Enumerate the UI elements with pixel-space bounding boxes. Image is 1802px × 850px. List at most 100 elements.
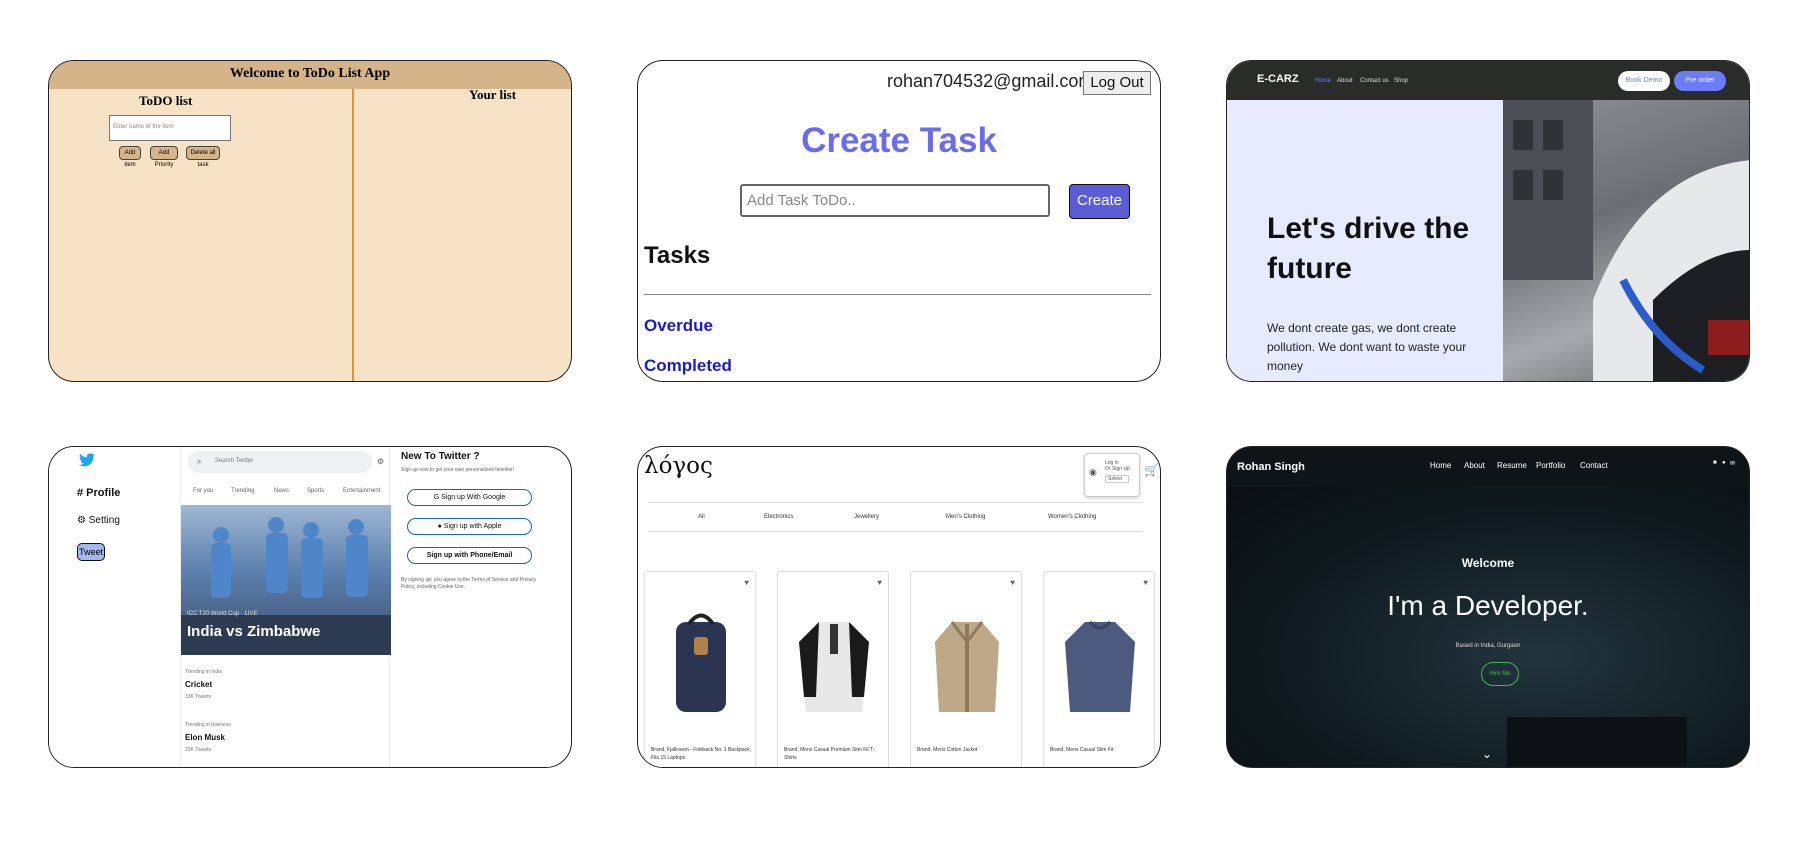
item-name-input[interactable]: Enter name of the item bbox=[109, 115, 231, 141]
ecarz-card[interactable]: E-CARZ Home About Contact us Shop Book D… bbox=[1226, 60, 1750, 382]
signup-apple-label: Sign up with Apple bbox=[443, 523, 502, 530]
feed-column: Search Twitter ⌕ ⚙ For you Trending News… bbox=[180, 447, 391, 767]
hero-paragraph: We dont create gas, we dont create pollu… bbox=[1267, 321, 1467, 373]
product-name: Brand, Mens Casual Slim Fit bbox=[1050, 747, 1114, 753]
tweet-button[interactable]: Tweet bbox=[77, 543, 105, 561]
nav-contact[interactable]: Contact bbox=[1580, 461, 1608, 470]
terms-text: By signing up, you agree to the Terms of… bbox=[401, 577, 536, 590]
nav-home[interactable]: Home bbox=[1430, 461, 1451, 470]
search-input[interactable]: Search Twitter bbox=[188, 451, 372, 473]
product-card[interactable]: ♥ Brand, Mens Casual Slim Fit bbox=[1043, 571, 1155, 767]
trend-title[interactable]: Cricket bbox=[185, 680, 212, 689]
trend-count: 23K Tweets bbox=[185, 747, 212, 753]
nav-contact[interactable]: Contact us bbox=[1360, 78, 1389, 84]
nav-about[interactable]: About bbox=[1464, 461, 1485, 470]
signup-google-label: Sign up With Google bbox=[441, 494, 506, 501]
backpack-image bbox=[676, 613, 726, 712]
mail-icon[interactable]: ✉ bbox=[1730, 460, 1735, 467]
product-name: Brand, Fjallraven - Foldsack No. 1 Backp… bbox=[651, 747, 752, 761]
github-icon[interactable]: ● bbox=[1722, 460, 1726, 466]
search-icon: ⌕ bbox=[197, 457, 202, 466]
tab-trending[interactable]: Trending bbox=[231, 488, 254, 494]
tasks-heading: Tasks bbox=[644, 242, 711, 269]
sidebar-item-setting[interactable]: ⚙ Setting bbox=[77, 515, 120, 526]
navbar: E-CARZ Home About Contact us Shop Book D… bbox=[1227, 61, 1749, 100]
category-jewellery[interactable]: Jewellery bbox=[854, 514, 879, 520]
twitter-clone-card[interactable]: # Profile ⚙ Setting Tweet Search Twitter… bbox=[48, 446, 572, 768]
user-icon: ◉ bbox=[1089, 467, 1097, 477]
trend-count: 33K Tweets bbox=[185, 694, 212, 700]
image-title: India vs Zimbabwe bbox=[187, 623, 321, 640]
sidebar: # Profile ⚙ Setting Tweet bbox=[49, 447, 179, 767]
store-logo[interactable]: λόγος bbox=[644, 453, 713, 479]
heart-icon[interactable]: ♥ bbox=[1143, 578, 1148, 587]
product-card[interactable]: ♥ Brand, Mens Casual Premium Slim Fit T-… bbox=[777, 571, 889, 767]
add-item-button[interactable]: Add item bbox=[119, 146, 141, 168]
nav-about[interactable]: About bbox=[1337, 78, 1353, 84]
todo-list-title: ToDO list bbox=[139, 93, 193, 108]
product-card[interactable]: ♥ Brand, Fjallraven - Foldsack No. 1 Bac… bbox=[644, 571, 756, 767]
todo-app-card[interactable]: Welcome to ToDo List App ToDO list Your … bbox=[48, 60, 572, 382]
portfolio-card[interactable]: Rohan Singh Home About Resume Portfolio … bbox=[1226, 446, 1750, 768]
product-card[interactable]: ♥ Brand, Mens Cotton Jacket bbox=[910, 571, 1022, 767]
hire-me-button[interactable]: Hire Me bbox=[1481, 662, 1519, 686]
login-box[interactable]: ◉ Log in Or Sign Up Select bbox=[1084, 453, 1140, 497]
desk-silhouette bbox=[1507, 717, 1687, 767]
tab-sports[interactable]: Sports bbox=[307, 488, 324, 494]
twitter-bird-icon[interactable] bbox=[79, 453, 95, 472]
nav-home[interactable]: Home bbox=[1315, 78, 1331, 84]
completed-link[interactable]: Completed bbox=[644, 356, 732, 376]
add-priority-button[interactable]: Add Priority bbox=[150, 146, 178, 168]
signup-panel: New To Twitter ? Sign up now to get your… bbox=[401, 451, 566, 590]
heart-icon[interactable]: ♥ bbox=[1010, 578, 1015, 587]
category-mens-clothing[interactable]: Men's Clothing bbox=[946, 514, 986, 520]
category-electronics[interactable]: Electronics bbox=[764, 514, 793, 520]
ecarz-logo[interactable]: E-CARZ bbox=[1257, 73, 1299, 85]
jacket-image bbox=[935, 621, 999, 712]
create-button[interactable]: Create bbox=[1069, 184, 1130, 219]
chevron-down-icon[interactable]: ⌄ bbox=[1482, 747, 1492, 761]
welcome-text: Welcome bbox=[1461, 556, 1515, 570]
nav-resume[interactable]: Resume bbox=[1497, 461, 1527, 470]
tab-for-you[interactable]: For you bbox=[193, 488, 213, 494]
signup-phone-button[interactable]: Sign up with Phone/Email bbox=[407, 547, 532, 564]
site-owner-name[interactable]: Rohan Singh bbox=[1237, 461, 1305, 473]
nav-portfolio[interactable]: Portfolio bbox=[1536, 461, 1565, 470]
column-divider bbox=[352, 89, 354, 381]
logout-button[interactable]: Log Out bbox=[1083, 71, 1151, 95]
overdue-link[interactable]: Overdue bbox=[644, 316, 713, 336]
heart-icon[interactable]: ♥ bbox=[744, 578, 749, 587]
signup-apple-button[interactable]: ● Sign up with Apple bbox=[407, 518, 532, 535]
select-dropdown[interactable]: Select bbox=[1105, 475, 1129, 483]
ev-charging-photo bbox=[1503, 100, 1749, 381]
create-task-title: Create Task bbox=[801, 121, 997, 160]
tab-news[interactable]: News bbox=[274, 488, 289, 494]
signup-subtext: Sign up now to get your own personalized… bbox=[401, 467, 514, 473]
delete-all-button[interactable]: Delete all task bbox=[186, 146, 220, 168]
linkedin-icon[interactable]: ■ bbox=[1713, 460, 1717, 466]
user-email: rohan704532@gmail.com bbox=[887, 71, 1094, 91]
book-demo-button[interactable]: Book Demo bbox=[1618, 71, 1670, 91]
nav-shop[interactable]: Shop bbox=[1394, 78, 1408, 84]
product-name: Brand, Mens Casual Premium Slim Fit T-Sh… bbox=[784, 747, 875, 761]
heart-icon[interactable]: ♥ bbox=[877, 578, 882, 587]
signup-google-button[interactable]: G Sign up With Google bbox=[407, 489, 532, 506]
hero-background bbox=[1227, 487, 1749, 767]
your-list-title: Your list bbox=[469, 87, 517, 102]
store-card[interactable]: λόγος ◉ Log in Or Sign Up Select 🛒 All E… bbox=[637, 446, 1161, 768]
gear-icon[interactable]: ⚙ bbox=[377, 457, 384, 466]
trend-title[interactable]: Elon Musk bbox=[185, 733, 225, 742]
cart-icon[interactable]: 🛒 bbox=[1144, 463, 1159, 477]
task-input[interactable]: Add Task ToDo.. bbox=[740, 184, 1050, 217]
create-task-card[interactable]: rohan704532@gmail.com Log Out Create Tas… bbox=[637, 60, 1161, 382]
sidebar-item-profile[interactable]: # Profile bbox=[77, 487, 120, 499]
signup-link[interactable]: Or Sign Up bbox=[1105, 466, 1139, 472]
signup-heading: New To Twitter ? bbox=[401, 451, 480, 462]
category-bar: All Electronics Jewellery Men's Clothing… bbox=[648, 502, 1143, 532]
google-icon: G bbox=[433, 494, 442, 501]
pre-order-button[interactable]: Pre order bbox=[1674, 71, 1726, 91]
hero-headline: Let's drive the future bbox=[1267, 212, 1470, 285]
category-womens-clothing[interactable]: Women's Clothing bbox=[1048, 514, 1096, 520]
category-all[interactable]: All bbox=[698, 514, 705, 520]
tab-entertainment[interactable]: Entertainment bbox=[343, 488, 380, 494]
